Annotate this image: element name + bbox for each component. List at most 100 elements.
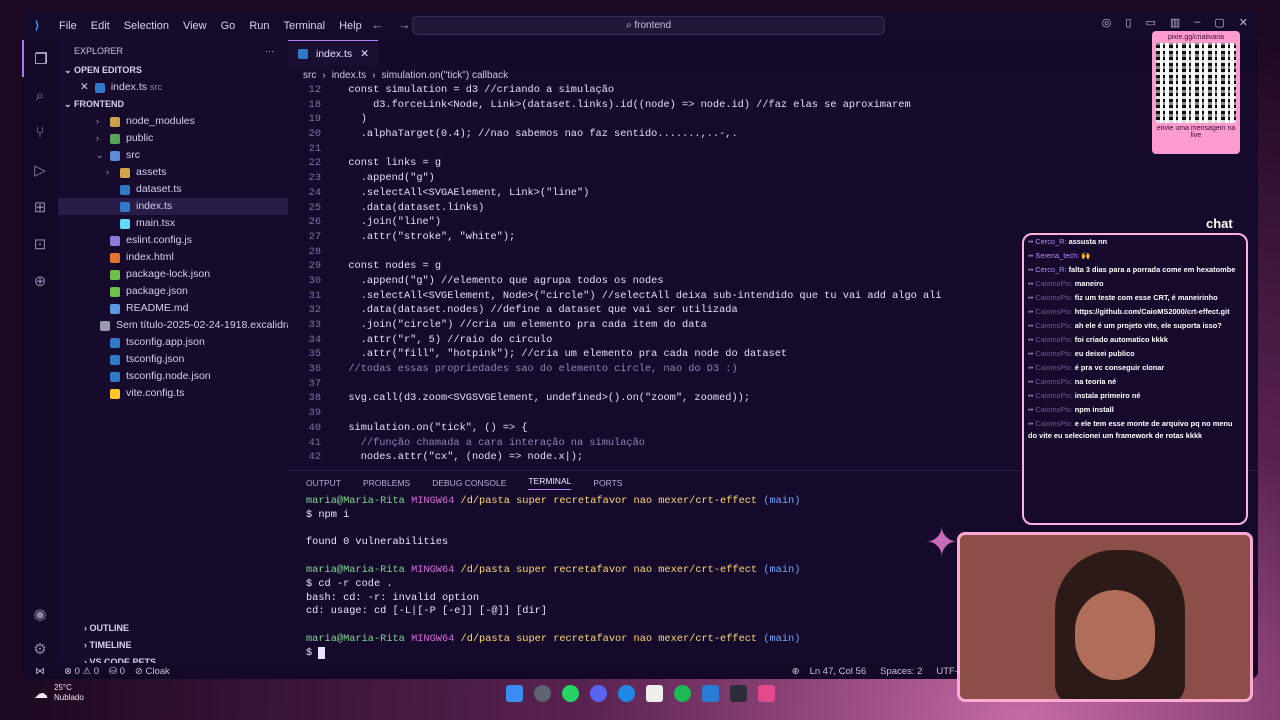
code-text: .data(dataset.nodes) //define a dataset … (336, 304, 738, 317)
tree-item[interactable]: README.md (58, 300, 288, 317)
chat-text: npm install (1074, 405, 1114, 414)
prompt-branch: (main) (763, 632, 801, 645)
tree-item[interactable]: tsconfig.app.json (58, 334, 288, 351)
tree-item[interactable]: Sem título-2025-02-24-1918.excalidraw (58, 317, 300, 334)
cursor-position[interactable]: Ln 47, Col 56 (810, 666, 867, 677)
run-debug-icon[interactable]: ▷ (22, 151, 58, 188)
tree-item[interactable]: index.ts (58, 198, 288, 215)
terminal-taskbar-icon[interactable] (729, 685, 747, 702)
code-line: 25 .data(dataset.links) (288, 202, 1258, 217)
search-activity-icon[interactable]: ⌕ (22, 77, 58, 114)
tab-index-ts[interactable]: index.ts ✕ (288, 40, 378, 66)
tree-item[interactable]: vite.config.ts (58, 385, 288, 402)
errors-indicator[interactable]: ⊗ 0 ⚠ 0 (64, 666, 99, 677)
account-icon[interactable]: ◉ (22, 595, 58, 632)
tree-item[interactable]: › assets (58, 164, 288, 181)
tree-item[interactable]: ⌄ src (58, 147, 288, 164)
close-tab-icon[interactable]: ✕ (360, 48, 369, 60)
cloak-indicator[interactable]: ⊘ Cloak (135, 666, 170, 677)
line-number: 41 (308, 436, 321, 449)
open-editors-section[interactable]: ⌄ OPEN EDITORS (58, 62, 288, 79)
settings-gear-icon[interactable]: ⚙ (22, 630, 58, 667)
line-number: 23 (308, 172, 321, 185)
remote-icon[interactable]: ⊡ (22, 225, 58, 262)
ports-indicator[interactable]: ⛁ 0 (109, 666, 125, 677)
chevron-icon: › (106, 167, 109, 177)
breadcrumb: src › index.ts › simulation.on("tick") c… (288, 66, 1258, 84)
menu-view[interactable]: View (176, 20, 214, 32)
code-line: 20 .alphaTarget(0.4); //nao sabemos nao … (288, 128, 1258, 143)
breadcrumb-file[interactable]: index.ts (332, 70, 366, 81)
edge-icon[interactable] (617, 685, 635, 702)
explorer-icon[interactable]: ❐ (22, 40, 58, 77)
menu-file[interactable]: File (52, 20, 84, 32)
tab-debug-console[interactable]: DEBUG CONSOLE (432, 478, 506, 488)
tree-item-label: tsconfig.app.json (126, 336, 205, 348)
notion-icon[interactable] (645, 685, 663, 702)
tab-ports[interactable]: PORTS (593, 478, 622, 488)
menu-help[interactable]: Help (332, 20, 369, 32)
layout-panel-icon[interactable]: ▭ (1145, 16, 1155, 29)
tab-output[interactable]: OUTPUT (306, 478, 341, 488)
app-taskbar-icon[interactable] (757, 685, 775, 702)
menu-run[interactable]: Run (242, 20, 276, 32)
breadcrumb-symbol[interactable]: simulation.on("tick") callback (382, 70, 509, 81)
tree-item[interactable]: dataset.ts (58, 181, 288, 198)
outline-section[interactable]: › OUTLINE (58, 620, 288, 637)
close-icon[interactable]: ✕ (1239, 16, 1248, 29)
breadcrumb-src[interactable]: src (303, 70, 316, 81)
command-center-search[interactable]: ⌕ frontend (412, 16, 885, 35)
indentation[interactable]: Spaces: 2 (880, 666, 922, 677)
code-text: ) (336, 113, 367, 126)
layout-custom-icon[interactable]: ▥ (1170, 16, 1180, 29)
file-icon (110, 235, 120, 246)
layout-sidebar-icon[interactable]: ▯ (1125, 16, 1131, 29)
tree-item-label: tsconfig.node.json (126, 370, 211, 382)
extensions-icon[interactable]: ⊞ (22, 188, 58, 225)
close-editor-icon[interactable]: ✕ (80, 79, 89, 96)
file-icon (110, 303, 120, 314)
tree-item[interactable]: eslint.config.js (58, 232, 288, 249)
file-icon (100, 320, 110, 331)
prompt-user: maria@Maria-Rita (306, 495, 405, 507)
tree-item[interactable]: › public (58, 130, 288, 147)
activity-bar: ❐ ⌕ ⑂ ▷ ⊞ ⊡ ⊕ ◉ ⚙ (22, 40, 58, 663)
source-control-icon[interactable]: ⑂ (22, 114, 58, 151)
file-icon (110, 252, 120, 263)
menu-edit[interactable]: Edit (84, 20, 117, 32)
prompt-branch: (main) (763, 563, 801, 576)
discord-icon[interactable] (589, 685, 607, 702)
file-tree: › node_modules › public ⌄ src › assets dataset.t… (58, 113, 300, 402)
open-editor-item[interactable]: ✕ index.ts src (58, 79, 288, 96)
remote-indicator-icon[interactable]: ⋈ (22, 666, 58, 677)
whatsapp-icon[interactable] (561, 685, 579, 702)
vscode-taskbar-icon[interactable] (701, 685, 719, 702)
pets-icon[interactable]: ⊕ (22, 262, 58, 299)
tree-item[interactable]: index.html (58, 249, 288, 266)
tab-terminal[interactable]: TERMINAL (528, 476, 572, 490)
tree-item[interactable]: › node_modules (58, 113, 288, 130)
timeline-section[interactable]: › TIMELINE (58, 637, 288, 654)
project-section[interactable]: ⌄ FRONTEND (58, 96, 288, 113)
code-text: .join("line") (336, 216, 442, 229)
windows-start-icon[interactable] (505, 685, 523, 702)
menu-terminal[interactable]: Terminal (277, 20, 333, 32)
zoom-icon[interactable]: ⊕ (792, 666, 800, 677)
tree-item[interactable]: package-lock.json (58, 266, 288, 283)
chatgpt-icon[interactable] (533, 685, 551, 702)
chat-message: ▪▪ CaiomsPix: é pra vc conseguir clonar (1024, 361, 1246, 375)
menu-go[interactable]: Go (214, 20, 243, 32)
maximize-icon[interactable]: ▢ (1214, 16, 1224, 29)
more-actions-icon[interactable]: ··· (265, 40, 274, 62)
tab-problems[interactable]: PROBLEMS (363, 478, 410, 488)
copilot-icon[interactable]: ◎ (1102, 16, 1112, 29)
menu-selection[interactable]: Selection (117, 20, 176, 32)
chat-username: CaiomsPix: (1035, 363, 1073, 372)
tree-item[interactable]: package.json (58, 283, 288, 300)
tree-item[interactable]: main.tsx (58, 215, 288, 232)
tree-item[interactable]: tsconfig.json (58, 351, 288, 368)
spotify-icon[interactable] (673, 685, 691, 702)
tree-item[interactable]: tsconfig.node.json (58, 368, 288, 385)
encoding[interactable]: UTF- (936, 666, 958, 677)
minimize-icon[interactable]: – (1194, 16, 1200, 29)
